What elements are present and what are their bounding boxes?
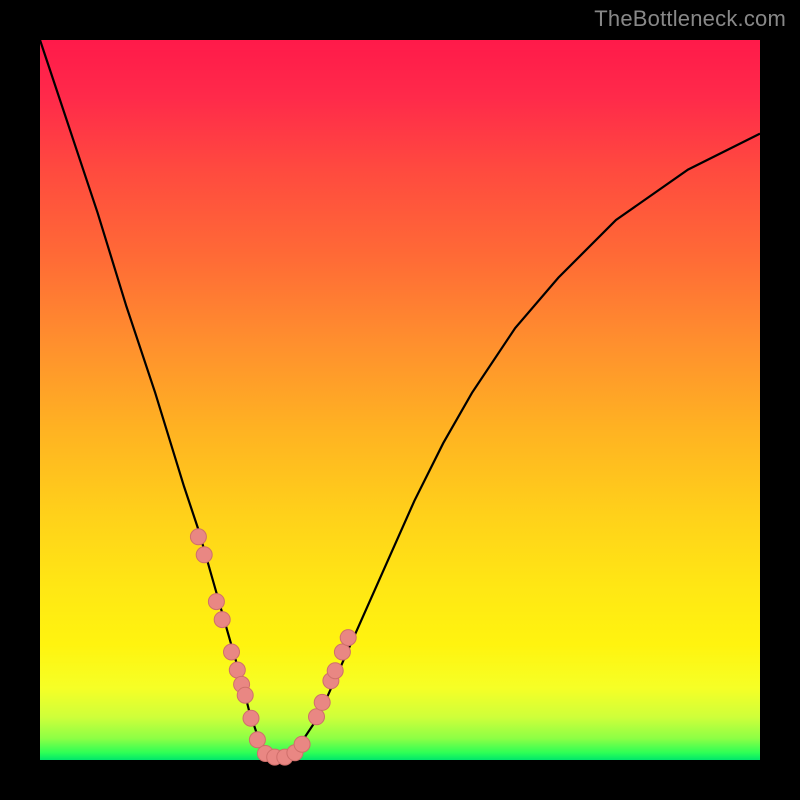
- marker-dot: [196, 547, 212, 563]
- marker-dot: [294, 736, 310, 752]
- chart-frame: TheBottleneck.com: [0, 0, 800, 800]
- marker-dot: [214, 612, 230, 628]
- marker-dot: [243, 710, 259, 726]
- plot-area: [40, 40, 760, 760]
- marker-dot: [224, 644, 240, 660]
- marker-dot: [327, 663, 343, 679]
- marker-dot: [237, 687, 253, 703]
- marker-dot: [334, 644, 350, 660]
- bottleneck-curve: [40, 40, 760, 756]
- marker-dot: [314, 694, 330, 710]
- curve-layer: [40, 40, 760, 760]
- marker-dot: [208, 594, 224, 610]
- watermark-text: TheBottleneck.com: [594, 6, 786, 32]
- marker-dot: [309, 709, 325, 725]
- marker-dot: [229, 662, 245, 678]
- marker-dot: [190, 529, 206, 545]
- marker-dot: [340, 630, 356, 646]
- marker-dots: [190, 529, 356, 765]
